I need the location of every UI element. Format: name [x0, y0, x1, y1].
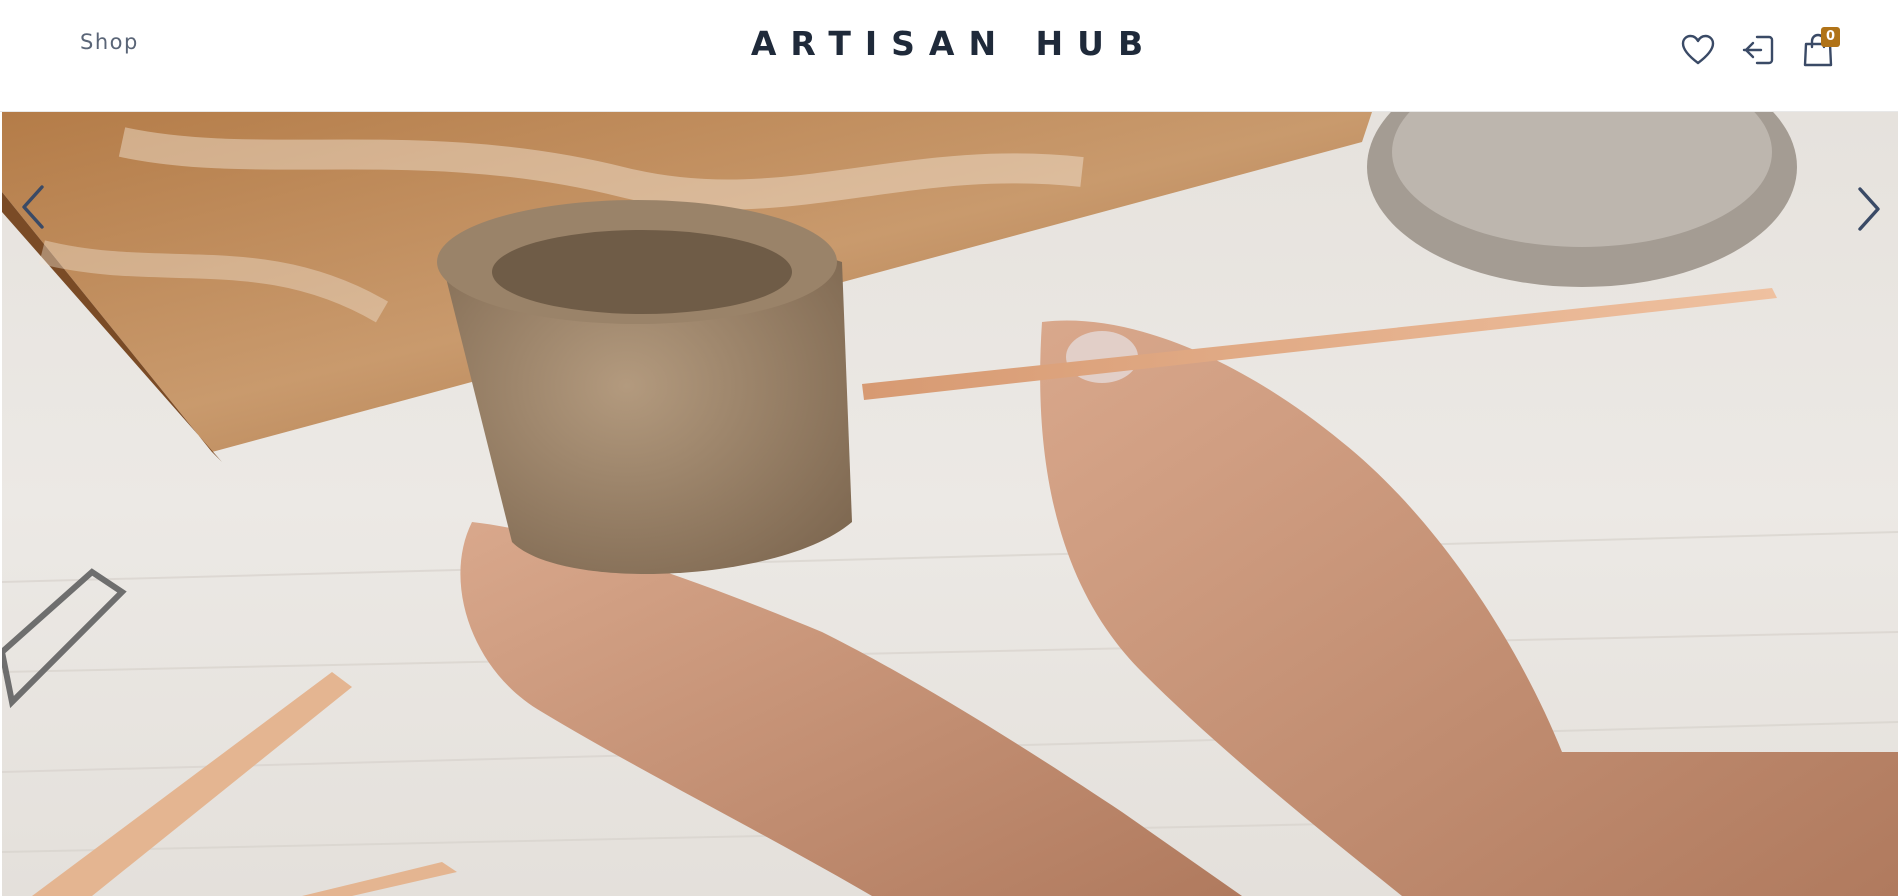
- header-actions: 0: [1680, 27, 1840, 70]
- hero-carousel: [2, 112, 1898, 896]
- cart-count-badge: 0: [1821, 27, 1840, 47]
- sign-in-icon: [1742, 35, 1774, 65]
- wishlist-button[interactable]: [1680, 30, 1716, 70]
- site-header: Shop ARTISAN HUB 0: [0, 0, 1898, 112]
- carousel-next-button[interactable]: [1844, 174, 1894, 244]
- chevron-left-icon: [22, 185, 44, 229]
- carousel-prev-button[interactable]: [8, 172, 58, 242]
- hero-image: [2, 112, 1898, 896]
- cart-button[interactable]: 0: [1800, 27, 1840, 70]
- brand-logo[interactable]: ARTISAN HUB: [0, 24, 1898, 63]
- heart-icon: [1681, 34, 1715, 65]
- login-button[interactable]: [1740, 30, 1776, 70]
- chevron-right-icon: [1858, 187, 1880, 231]
